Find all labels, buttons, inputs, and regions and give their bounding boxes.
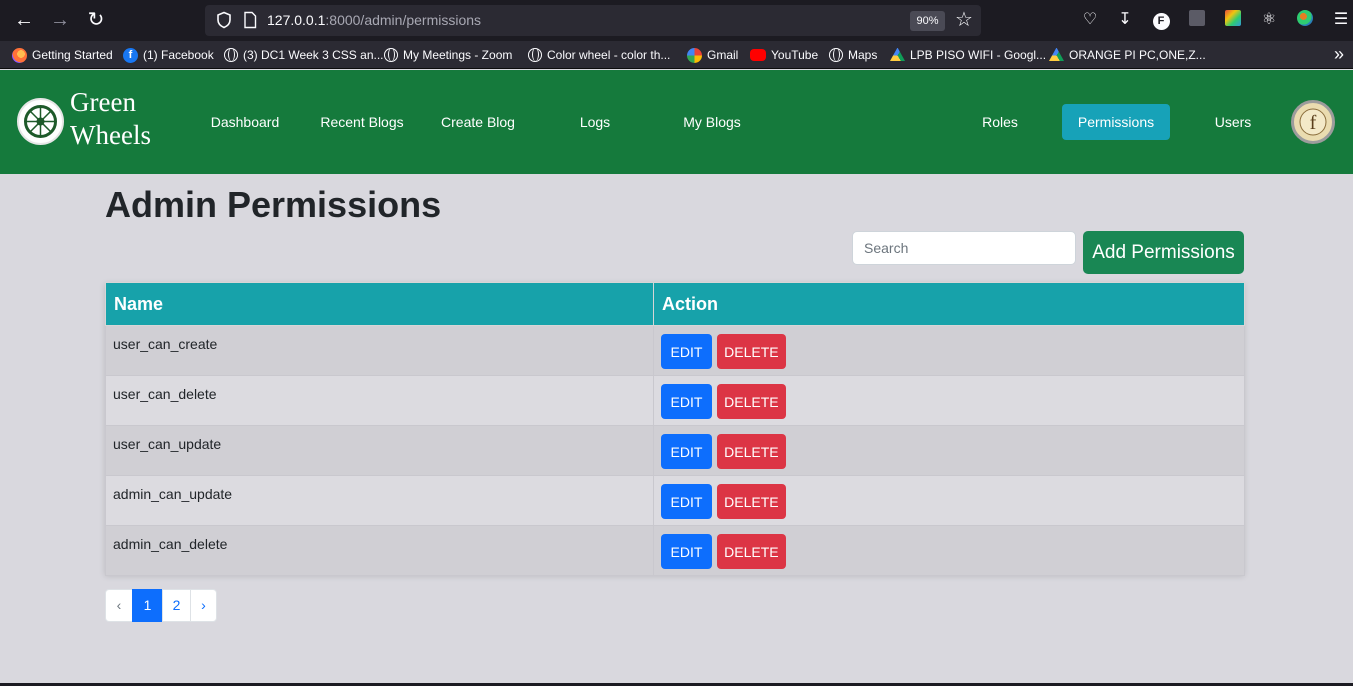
table-row: admin_can_delete EDIT DELETE bbox=[105, 525, 1245, 576]
bookmark-item[interactable]: Getting Started bbox=[12, 46, 113, 64]
bookmark-item[interactable]: (3) DC1 Week 3 CSS an... bbox=[224, 46, 384, 64]
nav-users[interactable]: Users bbox=[1207, 104, 1259, 140]
action-cell: EDIT DELETE bbox=[653, 425, 1245, 476]
nav-logs[interactable]: Logs bbox=[572, 104, 618, 140]
action-cell: EDIT DELETE bbox=[653, 525, 1245, 576]
bookmarks-overflow-icon[interactable]: » bbox=[1334, 44, 1344, 65]
action-cell: EDIT DELETE bbox=[653, 475, 1245, 526]
table-row: user_can_update EDIT DELETE bbox=[105, 425, 1245, 476]
delete-button[interactable]: DELETE bbox=[716, 484, 786, 519]
google-icon bbox=[687, 47, 702, 63]
column-header-name: Name bbox=[105, 282, 654, 326]
bookmark-item[interactable]: Color wheel - color th... bbox=[528, 46, 670, 64]
bookmark-item[interactable]: Gmail bbox=[687, 46, 738, 64]
table-row: user_can_delete EDIT DELETE bbox=[105, 375, 1245, 426]
logo-text[interactable]: Green Wheels bbox=[70, 86, 151, 152]
back-arrow-icon[interactable]: ← bbox=[12, 8, 36, 32]
facebook-icon: f bbox=[123, 47, 138, 63]
pagination: ‹ 1 2 › bbox=[105, 589, 217, 622]
extension-leaf-icon[interactable] bbox=[1295, 10, 1315, 30]
nav-my-blogs[interactable]: My Blogs bbox=[676, 104, 748, 140]
browser-toolbar: ← → ↻ 127.0.0.1:8000/admin/permissions 9… bbox=[0, 0, 1353, 41]
delete-button[interactable]: DELETE bbox=[716, 384, 786, 419]
action-cell: EDIT DELETE bbox=[653, 375, 1245, 426]
globe-icon bbox=[224, 48, 238, 62]
delete-button[interactable]: DELETE bbox=[716, 334, 786, 369]
page-icon bbox=[244, 11, 257, 29]
page-title: Admin Permissions bbox=[105, 184, 442, 225]
delete-button[interactable]: DELETE bbox=[716, 434, 786, 469]
bookmark-item[interactable]: YouTube bbox=[750, 46, 818, 64]
bookmark-item[interactable]: LPB PISO WIFI - Googl... bbox=[890, 46, 1046, 64]
globe-icon bbox=[384, 48, 398, 62]
forward-arrow-icon[interactable]: → bbox=[48, 8, 72, 32]
globe-icon bbox=[829, 48, 843, 62]
bookmark-item[interactable]: Maps bbox=[829, 46, 877, 64]
nav-roles[interactable]: Roles bbox=[976, 104, 1024, 140]
youtube-icon bbox=[750, 49, 766, 61]
bookmark-item[interactable]: ORANGE PI PC,ONE,Z... bbox=[1049, 46, 1206, 64]
globe-icon bbox=[528, 48, 542, 62]
edit-button[interactable]: EDIT bbox=[661, 334, 712, 369]
bookmark-star-icon[interactable]: ☆ bbox=[955, 8, 973, 32]
logo-wheel-icon[interactable] bbox=[17, 98, 64, 145]
address-bar[interactable]: 127.0.0.1:8000/admin/permissions 90% ☆ bbox=[205, 5, 981, 36]
edit-button[interactable]: EDIT bbox=[661, 434, 712, 469]
add-permissions-button[interactable]: Add Permissions bbox=[1083, 231, 1244, 274]
nav-permissions[interactable]: Permissions bbox=[1062, 104, 1170, 140]
extension-f-icon[interactable]: F bbox=[1151, 10, 1171, 30]
extension-color-icon[interactable] bbox=[1223, 10, 1243, 30]
react-devtools-icon[interactable]: ⚛ bbox=[1259, 10, 1279, 30]
drive-icon bbox=[1049, 47, 1064, 61]
drive-icon bbox=[890, 47, 905, 61]
nav-dashboard[interactable]: Dashboard bbox=[206, 104, 284, 140]
firefox-icon bbox=[12, 47, 27, 63]
pagination-next[interactable]: › bbox=[190, 589, 217, 622]
bookmark-item[interactable]: My Meetings - Zoom bbox=[384, 46, 512, 64]
pagination-page-2[interactable]: 2 bbox=[162, 589, 191, 622]
svg-text:f: f bbox=[1310, 112, 1317, 134]
permission-name: user_can_delete bbox=[105, 375, 654, 426]
permission-name: admin_can_delete bbox=[105, 525, 654, 576]
table-header-row: Name Action bbox=[105, 282, 1245, 326]
extension-box-icon[interactable] bbox=[1187, 10, 1207, 30]
download-icon[interactable]: ↧ bbox=[1115, 10, 1135, 30]
avatar[interactable]: f bbox=[1291, 100, 1335, 144]
table-row: user_can_create EDIT DELETE bbox=[105, 325, 1245, 376]
bookmark-item[interactable]: f (1) Facebook bbox=[123, 46, 214, 64]
table-row: admin_can_update EDIT DELETE bbox=[105, 475, 1245, 526]
search-input[interactable] bbox=[852, 231, 1076, 265]
permissions-table: Name Action user_can_create EDIT DELETE … bbox=[105, 282, 1245, 576]
permission-name: user_can_create bbox=[105, 325, 654, 376]
pagination-prev[interactable]: ‹ bbox=[105, 589, 133, 622]
bookmarks-bar: Getting Started f (1) Facebook (3) DC1 We… bbox=[0, 41, 1353, 69]
nav-create-blog[interactable]: Create Blog bbox=[436, 104, 520, 140]
edit-button[interactable]: EDIT bbox=[661, 384, 712, 419]
delete-button[interactable]: DELETE bbox=[716, 534, 786, 569]
column-header-action: Action bbox=[653, 282, 1245, 326]
app-header: Green Wheels Dashboard Recent Blogs Crea… bbox=[0, 70, 1353, 174]
zoom-badge[interactable]: 90% bbox=[910, 11, 945, 31]
reload-icon[interactable]: ↻ bbox=[84, 8, 108, 32]
permission-name: admin_can_update bbox=[105, 475, 654, 526]
pagination-page-1[interactable]: 1 bbox=[132, 589, 163, 622]
action-cell: EDIT DELETE bbox=[653, 325, 1245, 376]
nav-recent-blogs[interactable]: Recent Blogs bbox=[316, 104, 408, 140]
url-text[interactable]: 127.0.0.1:8000/admin/permissions bbox=[267, 12, 481, 28]
edit-button[interactable]: EDIT bbox=[661, 534, 712, 569]
permission-name: user_can_update bbox=[105, 425, 654, 476]
shield-icon[interactable] bbox=[215, 11, 233, 29]
pocket-icon[interactable]: ♡ bbox=[1080, 10, 1100, 30]
menu-icon[interactable]: ☰ bbox=[1331, 10, 1351, 30]
edit-button[interactable]: EDIT bbox=[661, 484, 712, 519]
